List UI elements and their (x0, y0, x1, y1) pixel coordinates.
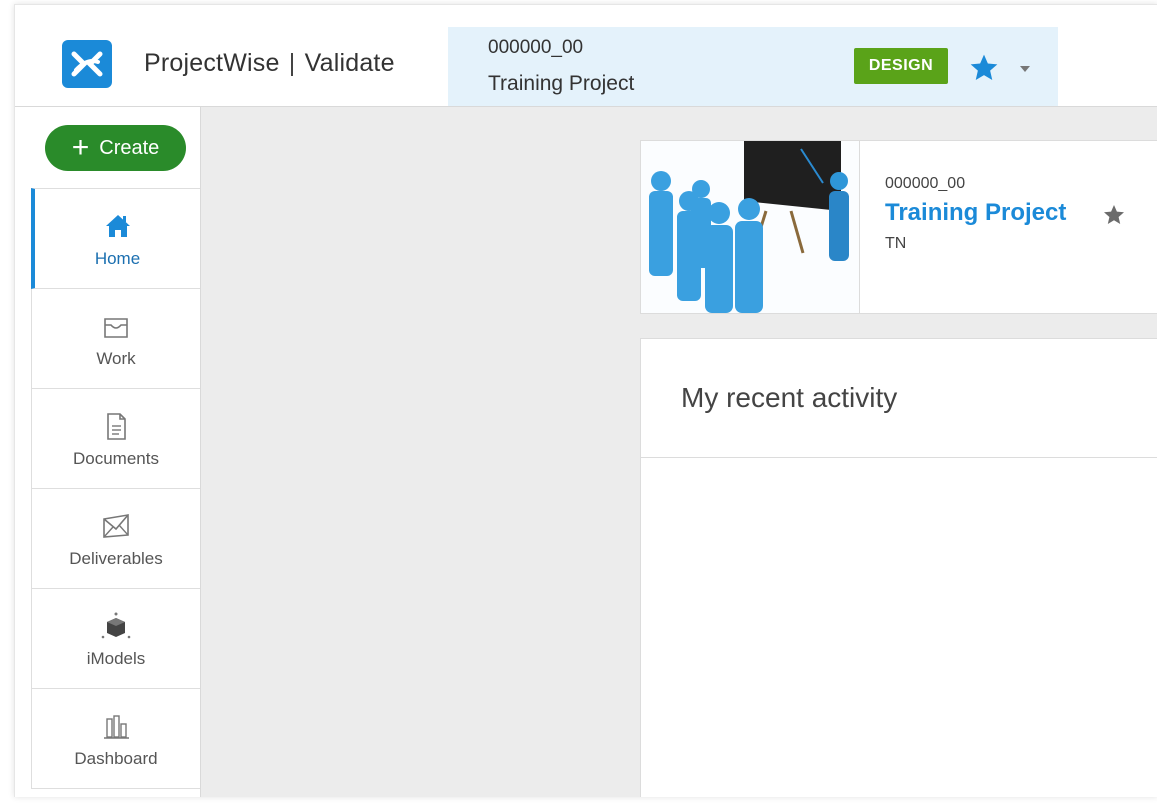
sidebar-item-label: Home (94, 248, 141, 268)
top-bar: ProjectWise | Validate 000000_00 Trainin… (15, 5, 1157, 107)
recent-activity-panel: My recent activity (640, 338, 1157, 797)
sidebar-item-label: Dashboard (74, 748, 158, 768)
recent-activity-title: My recent activity (641, 339, 1157, 458)
sidebar-item-home[interactable]: Home (31, 188, 200, 289)
project-phase-badge: DESIGN (854, 48, 948, 84)
sidebar-item-label: Documents (73, 448, 159, 468)
plus-icon: + (71, 131, 90, 164)
home-icon (105, 214, 130, 237)
project-thumbnail (641, 141, 860, 313)
favorite-star-icon[interactable] (967, 52, 1001, 84)
inbox-icon (104, 317, 128, 338)
sidebar-item-label: Deliverables (69, 548, 163, 568)
app-name-module: Validate (304, 49, 395, 77)
app-window: ProjectWise | Validate 000000_00 Trainin… (14, 4, 1157, 797)
project-number: 000000_00 (885, 175, 966, 192)
create-button-label: Create (99, 136, 160, 159)
imodel-cube-icon (101, 612, 131, 638)
app-title: ProjectWise | Validate (144, 49, 395, 78)
sidebar-item-imodels[interactable]: iModels (31, 589, 200, 689)
sidebar-item-dashboard[interactable]: Dashboard (31, 689, 200, 789)
project-title-link[interactable]: Training Project (885, 199, 1066, 227)
sidebar-nav: Home Work Documents Deliverables iModels… (31, 188, 200, 789)
context-project-name: Training Project (488, 72, 635, 95)
sidebar-item-documents[interactable]: Documents (31, 389, 200, 489)
star-icon[interactable] (1101, 203, 1127, 227)
project-card[interactable]: 000000_00 Training Project TN (640, 140, 1157, 314)
main-content: 000000_00 Training Project TN My recent … (201, 107, 1157, 797)
app-name-product: ProjectWise (144, 49, 280, 77)
project-code: TN (885, 235, 907, 252)
envelope-icon (103, 513, 129, 538)
sidebar-item-deliverables[interactable]: Deliverables (31, 489, 200, 589)
sidebar-item-label: iModels (86, 648, 146, 668)
sidebar: + Create Home Work Documents Deliverable… (15, 107, 201, 797)
projectwise-logo-icon[interactable] (62, 40, 112, 88)
context-project-number: 000000_00 (488, 37, 584, 58)
sidebar-item-work[interactable]: Work (31, 289, 200, 389)
app-name-separator: | (288, 49, 296, 77)
create-button[interactable]: + Create (45, 125, 186, 171)
document-icon (107, 412, 126, 440)
sidebar-item-label: Work (96, 348, 136, 368)
project-context-selector[interactable]: 000000_00 Training Project DESIGN (448, 27, 1058, 106)
caret-down-icon[interactable] (1018, 61, 1032, 72)
bar-chart-icon (104, 714, 129, 739)
